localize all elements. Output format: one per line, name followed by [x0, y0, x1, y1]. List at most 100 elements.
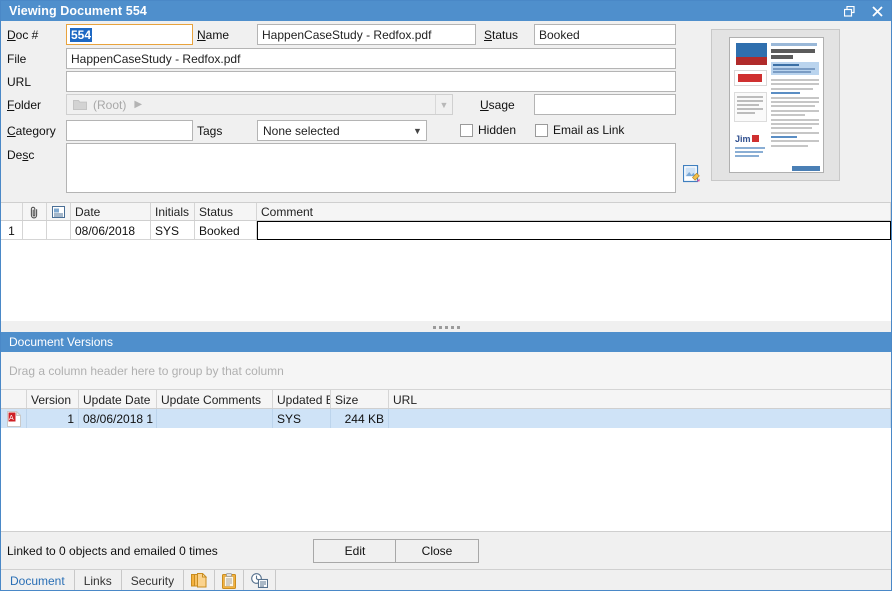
versions-table-row[interactable]: A 1 08/06/2018 1 SYS 244 KB: [1, 409, 891, 428]
tags-label: Tags: [197, 124, 222, 138]
column-header-update-date[interactable]: Update Date: [79, 390, 157, 408]
versions-grid-body: [1, 428, 891, 532]
usage-input[interactable]: [534, 94, 676, 115]
name-input[interactable]: HappenCaseStudy - Redfox.pdf: [257, 24, 476, 45]
versions-grid: Version Update Date Update Comments Upda…: [1, 390, 891, 428]
folder-dropdown-icon[interactable]: ▼: [435, 95, 452, 114]
tab-links[interactable]: Links: [75, 570, 122, 591]
tabbar-filler: [276, 570, 891, 591]
status-input[interactable]: Booked: [534, 24, 676, 45]
note-icon: [52, 206, 65, 218]
column-header-note[interactable]: [47, 203, 71, 220]
row-update-date: 08/06/2018 1: [79, 409, 157, 428]
tab-clipboard[interactable]: [215, 570, 244, 591]
doc-number-input[interactable]: 554: [66, 24, 193, 45]
column-header-status[interactable]: Status: [195, 203, 257, 220]
tags-value: None selected: [258, 124, 340, 138]
desc-label: Desc: [7, 148, 34, 162]
chevron-down-icon[interactable]: ▼: [409, 121, 426, 140]
tab-security[interactable]: Security: [122, 570, 184, 591]
history-icon: [251, 573, 268, 588]
bottom-tabbar: Document Links Security: [1, 569, 891, 591]
row-initials[interactable]: SYS: [151, 221, 195, 240]
row-attachment[interactable]: [23, 221, 47, 240]
copies-icon: [191, 573, 207, 588]
viewing-document-window: Viewing Document 554 Doc # 554 Name Happ…: [0, 0, 892, 591]
row-update-comments: [157, 409, 273, 428]
folder-selector[interactable]: (Root) ▶ ▼: [66, 94, 453, 115]
document-form: Doc # 554 Name HappenCaseStudy - Redfox.…: [1, 21, 891, 199]
thumbnail-page: Jim: [729, 37, 824, 173]
svg-text:A: A: [9, 415, 14, 422]
row-version: 1: [27, 409, 79, 428]
splitter-handle-icon: [433, 326, 460, 329]
column-header-url[interactable]: URL: [389, 390, 891, 408]
column-header-file-icon[interactable]: [1, 390, 27, 408]
email-as-link-checkbox-box[interactable]: [535, 124, 548, 137]
document-versions-title: Document Versions: [1, 335, 113, 349]
name-label: Name: [197, 28, 229, 42]
file-input[interactable]: HappenCaseStudy - Redfox.pdf: [66, 48, 676, 69]
restore-button[interactable]: [835, 1, 863, 21]
group-by-hint: Drag a column header here to group by th…: [1, 364, 284, 378]
window-controls: [835, 1, 891, 21]
doc-number-label: Doc #: [7, 28, 38, 42]
tab-history[interactable]: [244, 570, 276, 591]
column-header-update-comments[interactable]: Update Comments: [157, 390, 273, 408]
hidden-checkbox-label: Hidden: [478, 123, 516, 137]
status-history-header: Date Initials Status Comment: [1, 202, 891, 221]
row-index: 1: [1, 221, 23, 240]
status-label: Status: [484, 28, 518, 42]
email-as-link-checkbox-label: Email as Link: [553, 123, 624, 137]
column-header-comment[interactable]: Comment: [257, 203, 891, 220]
hidden-checkbox-box[interactable]: [460, 124, 473, 137]
category-input[interactable]: [66, 120, 193, 141]
url-label: URL: [7, 75, 31, 89]
column-header-date[interactable]: Date: [71, 203, 151, 220]
column-header-initials[interactable]: Initials: [151, 203, 195, 220]
file-label: File: [7, 52, 26, 66]
row-url: [389, 409, 891, 428]
desc-edit-icon[interactable]: [682, 164, 702, 184]
attachment-icon: [29, 206, 40, 219]
folder-value: (Root): [93, 98, 126, 112]
category-label: Category: [7, 124, 56, 138]
tab-copies[interactable]: [184, 570, 215, 591]
versions-grid-header: Version Update Date Update Comments Upda…: [1, 390, 891, 409]
window-title: Viewing Document 554: [1, 4, 147, 18]
folder-breadcrumb-arrow-icon: ▶: [134, 99, 142, 110]
row-comment[interactable]: [257, 221, 891, 240]
url-input[interactable]: [66, 71, 676, 92]
tags-dropdown[interactable]: None selected ▼: [257, 120, 427, 141]
table-row[interactable]: 1 08/06/2018 SYS Booked: [1, 221, 891, 240]
clipboard-icon: [222, 573, 236, 589]
column-header-size[interactable]: Size: [331, 390, 389, 408]
row-status[interactable]: Booked: [195, 221, 257, 240]
folder-icon: [73, 99, 87, 110]
column-header-version[interactable]: Version: [27, 390, 79, 408]
status-history-grid: Date Initials Status Comment 1 08/06/201…: [1, 202, 891, 321]
row-date[interactable]: 08/06/2018: [71, 221, 151, 240]
group-by-dropzone[interactable]: Drag a column header here to group by th…: [1, 352, 891, 390]
column-header-index[interactable]: [1, 203, 23, 220]
window-titlebar: Viewing Document 554: [1, 1, 891, 21]
email-as-link-checkbox[interactable]: Email as Link: [535, 123, 624, 137]
hidden-checkbox[interactable]: Hidden: [460, 123, 516, 137]
row-updated-by: SYS: [273, 409, 331, 428]
row-size: 244 KB: [331, 409, 389, 428]
tab-document[interactable]: Document: [1, 570, 75, 591]
close-dialog-button[interactable]: Close: [395, 539, 479, 563]
column-header-updated-by[interactable]: Updated By: [273, 390, 331, 408]
row-note[interactable]: [47, 221, 71, 240]
folder-label: Folder: [7, 98, 41, 112]
pdf-icon: A: [1, 409, 27, 428]
edit-button[interactable]: Edit: [313, 539, 397, 563]
close-button[interactable]: [863, 1, 891, 21]
doc-number-value: 554: [70, 28, 92, 42]
link-status-text: Linked to 0 objects and emailed 0 times: [7, 544, 218, 558]
desc-textarea[interactable]: [66, 143, 676, 193]
document-versions-header: Document Versions: [1, 332, 891, 352]
usage-label: Usage: [480, 98, 515, 112]
document-thumbnail[interactable]: Jim: [711, 29, 840, 181]
column-header-attachment[interactable]: [23, 203, 47, 220]
